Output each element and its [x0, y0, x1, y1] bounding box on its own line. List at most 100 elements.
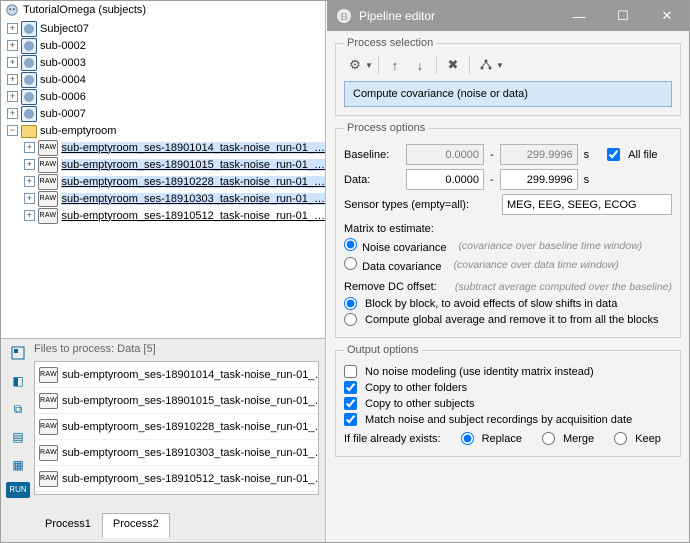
expand-icon[interactable]: + — [7, 74, 18, 85]
expand-icon[interactable]: + — [24, 159, 35, 170]
keep-radio[interactable] — [614, 432, 627, 445]
database-title: TutorialOmega (subjects) — [23, 4, 146, 16]
baseline-from-input — [406, 144, 484, 165]
raw-file-icon: RAW — [39, 445, 58, 461]
output-options-legend: Output options — [344, 344, 422, 356]
process-header: Files to process: Data [5] — [34, 343, 321, 359]
process-file-label: sub-emptyroom_ses-18901014_task-noise_ru… — [62, 369, 319, 381]
recordings-icon[interactable]: ◧ — [7, 370, 29, 392]
data-cov-radio[interactable] — [344, 257, 357, 270]
sensor-types-input[interactable] — [502, 194, 672, 215]
raw-file-label: sub-emptyroom_ses-18901014_task-noise_ru… — [61, 142, 325, 154]
copy-folders-label: Copy to other folders — [365, 382, 467, 394]
subject-icon — [21, 72, 37, 88]
process-tab[interactable]: Process1 — [34, 513, 102, 538]
process-file-row[interactable]: RAWsub-emptyroom_ses-18901014_task-noise… — [35, 362, 318, 388]
subject-label: sub-0004 — [40, 74, 86, 86]
process-file-list[interactable]: RAW sub-emptyroom_ses-18901014_task-noise… — [34, 361, 319, 495]
subject-icon — [21, 89, 37, 105]
all-file-label: All file — [628, 149, 657, 161]
subject-label: Subject07 — [40, 23, 89, 35]
subject-node[interactable]: +sub-0007 — [4, 105, 325, 122]
process-file-label: sub-emptyroom_ses-18910228_task-noise_ru… — [62, 421, 319, 433]
process-file-row[interactable]: RAWsub-emptyroom_ses-18901015_task-noise… — [35, 388, 318, 414]
process-tab[interactable]: Process2 — [102, 513, 170, 538]
filter-icon[interactable] — [7, 342, 29, 364]
merge-label: Merge — [563, 433, 594, 445]
subject-node-expanded[interactable]: −sub-emptyroom — [4, 122, 325, 139]
matrix-icon[interactable]: ▦ — [7, 454, 29, 476]
keep-label: Keep — [635, 433, 661, 445]
matrix-heading: Matrix to estimate: — [344, 223, 672, 235]
pipeline-tree-icon[interactable] — [475, 55, 497, 75]
subject-node[interactable]: + sub-0002 — [4, 37, 325, 54]
run-button[interactable]: RUN — [6, 482, 30, 498]
subject-node[interactable]: + sub-0004 — [4, 71, 325, 88]
dc-global-radio[interactable] — [344, 313, 357, 326]
noise-cov-radio[interactable] — [344, 238, 357, 251]
move-up-icon[interactable]: ↑ — [384, 55, 406, 75]
all-file-checkbox[interactable] — [607, 148, 620, 161]
expand-icon[interactable]: + — [7, 91, 18, 102]
dc-block-label: Block by block, to avoid effects of slow… — [365, 298, 617, 310]
collapse-icon[interactable]: − — [7, 125, 18, 136]
data-cov-label: Data covariance — [362, 261, 442, 273]
raw-file-node[interactable]: +RAWsub-emptyroom_ses-18910228_task-nois… — [4, 173, 325, 190]
process-panel: ◧ ⧉ ▤ ▦ RUN Files to process: Data [5] R… — [1, 338, 325, 542]
raw-file-node[interactable]: +RAWsub-emptyroom_ses-18910303_task-nois… — [4, 190, 325, 207]
copy-folders-checkbox[interactable] — [344, 381, 357, 394]
raw-file-node[interactable]: +RAWsub-emptyroom_ses-18901014_task-nois… — [4, 139, 325, 156]
expand-icon[interactable]: + — [24, 142, 35, 153]
merge-radio[interactable] — [542, 432, 555, 445]
data-to-input[interactable] — [500, 169, 578, 190]
raw-file-label: sub-emptyroom_ses-18910228_task-noise_ru… — [61, 176, 325, 188]
database-title-row: TutorialOmega (subjects) — [1, 1, 325, 20]
process-selection-legend: Process selection — [344, 37, 436, 49]
subject-tree[interactable]: +Subject07+sub-0002+sub-0003+sub-0004+su… — [1, 20, 325, 226]
process-options-group: Process options Baseline: - s All file D… — [335, 122, 681, 338]
window-maximize-button[interactable]: ☐ — [601, 1, 645, 31]
subject-label: sub-0002 — [40, 40, 86, 52]
process-file-row[interactable]: RAWsub-emptyroom_ses-18910228_task-noise… — [35, 414, 318, 440]
expand-icon[interactable]: + — [24, 193, 35, 204]
no-modeling-label: No noise modeling (use identity matrix i… — [365, 366, 594, 378]
subject-node[interactable]: +sub-0003 — [4, 54, 325, 71]
replace-radio[interactable] — [461, 432, 474, 445]
expand-icon[interactable]: + — [7, 57, 18, 68]
subject-label: sub-0006 — [40, 91, 86, 103]
process-file-row[interactable]: RAWsub-emptyroom_ses-18910512_task-noise… — [35, 466, 318, 492]
replace-label: Replace — [482, 433, 522, 445]
pipeline-title: Pipeline editor — [359, 9, 435, 23]
process-file-label: sub-emptyroom_ses-18910512_task-noise_ru… — [62, 473, 319, 485]
process-file-row[interactable]: RAWsub-emptyroom_ses-18910303_task-noise… — [35, 440, 318, 466]
delete-icon[interactable]: ✖ — [442, 55, 464, 75]
timefreq-icon[interactable]: ▤ — [7, 426, 29, 448]
move-down-icon[interactable]: ↓ — [409, 55, 431, 75]
expand-icon[interactable]: + — [7, 23, 18, 34]
expand-icon[interactable]: + — [24, 210, 35, 221]
expand-icon[interactable]: + — [7, 108, 18, 119]
expand-icon[interactable]: + — [7, 40, 18, 51]
gear-icon[interactable]: ⚙ — [344, 55, 366, 75]
database-panel: TutorialOmega (subjects) +Subject07+sub-… — [1, 1, 326, 542]
subject-node[interactable]: + Subject07 — [4, 20, 325, 37]
pipeline-titlebar[interactable]: B Pipeline editor ― ☐ ✕ — [327, 1, 689, 31]
expand-icon[interactable]: + — [24, 176, 35, 187]
window-close-button[interactable]: ✕ — [645, 1, 689, 31]
subject-icon — [21, 38, 37, 54]
data-from-input[interactable] — [406, 169, 484, 190]
copy-subjects-checkbox[interactable] — [344, 397, 357, 410]
noise-cov-hint: (covariance over baseline time window) — [458, 240, 642, 252]
raw-file-node[interactable]: +RAWsub-emptyroom_ses-18910512_task-nois… — [4, 207, 325, 224]
output-options-group: Output options No noise modeling (use id… — [335, 344, 681, 457]
subject-icon — [21, 55, 37, 71]
match-checkbox[interactable] — [344, 413, 357, 426]
process-toolbar: ◧ ⧉ ▤ ▦ RUN — [4, 342, 32, 539]
raw-file-node[interactable]: +RAWsub-emptyroom_ses-18901015_task-nois… — [4, 156, 325, 173]
no-modeling-checkbox[interactable] — [344, 365, 357, 378]
dc-block-radio[interactable] — [344, 297, 357, 310]
selected-process[interactable]: Compute covariance (noise or data) — [344, 81, 672, 107]
window-minimize-button[interactable]: ― — [557, 1, 601, 31]
sources-icon[interactable]: ⧉ — [7, 398, 29, 420]
subject-node[interactable]: + sub-0006 — [4, 88, 325, 105]
